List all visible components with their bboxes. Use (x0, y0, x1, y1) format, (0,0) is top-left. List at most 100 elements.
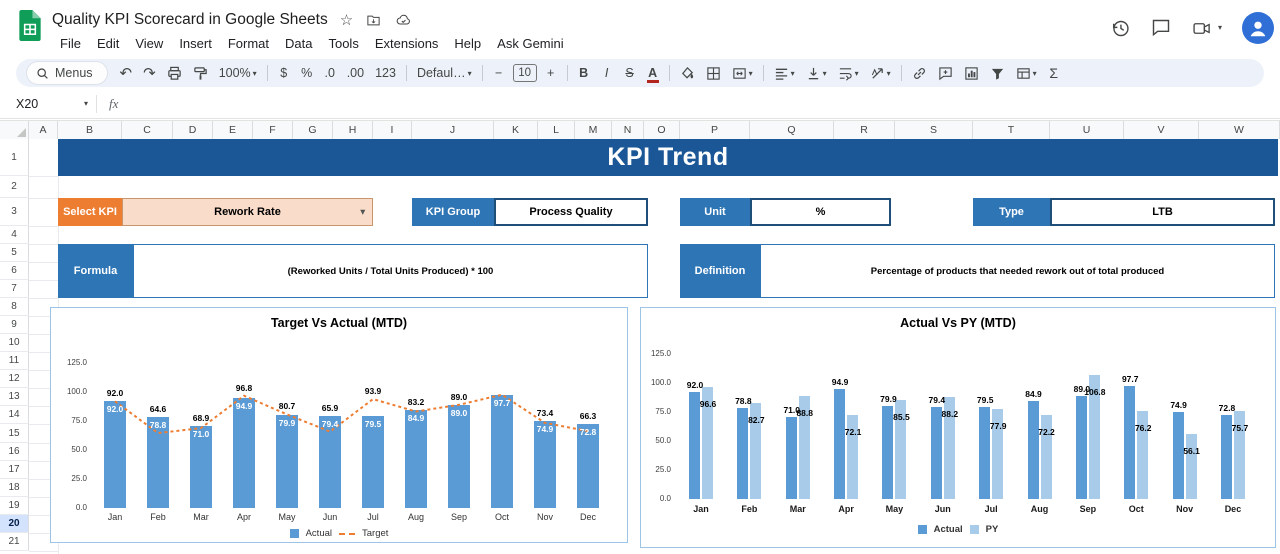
column-header-P[interactable]: P (680, 121, 750, 139)
decrease-font-size-button[interactable]: − (490, 62, 508, 84)
insert-link-button[interactable] (909, 62, 930, 84)
toolbar-divider (668, 65, 670, 81)
select-kpi-dropdown[interactable]: Rework Rate ▾ (122, 198, 373, 226)
ytick-label: 100.0 (66, 387, 87, 396)
menu-insert[interactable]: Insert (171, 34, 220, 53)
paint-format-button[interactable] (190, 62, 211, 84)
horizontal-align-button[interactable]: ▾ (771, 62, 798, 84)
italic-button[interactable]: I (598, 62, 616, 84)
bold-button[interactable]: B (575, 62, 593, 84)
actual-value-label: 74.9 (1170, 400, 1187, 411)
column-header-J[interactable]: J (412, 121, 494, 139)
text-color-button[interactable]: A (644, 62, 662, 84)
google-sheets-logo[interactable] (18, 10, 42, 44)
unit-value: % (750, 198, 891, 226)
month-label: Jul (367, 512, 379, 522)
menu-format[interactable]: Format (220, 34, 277, 53)
column-header-B[interactable]: B (58, 121, 122, 139)
star-icon[interactable]: ☆ (340, 13, 353, 28)
column-header-N[interactable]: N (612, 121, 644, 139)
insert-comment-button[interactable] (935, 62, 956, 84)
column-header-G[interactable]: G (293, 121, 333, 139)
menus-search-button[interactable]: Menus (26, 61, 108, 85)
decrease-decimal-button[interactable]: .0 (321, 62, 339, 84)
text-rotate-button[interactable]: ▾ (867, 62, 894, 84)
bar-actual (405, 409, 427, 508)
menu-help[interactable]: Help (446, 34, 489, 53)
menu-edit[interactable]: Edit (89, 34, 127, 53)
column-header-C[interactable]: C (122, 121, 173, 139)
column-header-V[interactable]: V (1124, 121, 1199, 139)
comments-icon[interactable] (1151, 18, 1171, 38)
column-header-K[interactable]: K (494, 121, 538, 139)
menu-tools[interactable]: Tools (320, 34, 366, 53)
bar-actual (448, 404, 470, 508)
format-percent-button[interactable]: % (298, 62, 316, 84)
meet-video-icon[interactable]: ▾ (1191, 19, 1222, 38)
insert-chart-button[interactable] (961, 62, 982, 84)
sheet-canvas[interactable]: 1 2 3 4 5 6 7 8 9 10 11 12 13 14 15 16 17 18 19 20 21 KPI Tr… (0, 139, 1280, 554)
bar-actual (233, 397, 255, 508)
table-views-button[interactable]: ▾ (1013, 62, 1040, 84)
column-header-S[interactable]: S (895, 121, 973, 139)
name-box[interactable]: X20 ▾ (0, 97, 88, 111)
column-header-A[interactable]: A (29, 121, 58, 139)
actual-value-label: 72.8 (1218, 402, 1236, 413)
increase-decimal-button[interactable]: .00 (344, 62, 367, 84)
borders-button[interactable] (703, 62, 724, 84)
actual-value-label: 79.4 (321, 418, 339, 429)
vertical-align-button[interactable]: ▾ (803, 62, 830, 84)
column-header-O[interactable]: O (644, 121, 680, 139)
chart-actual-vs-py[interactable]: Actual Vs PY (MTD) Actual PY 0.0 25.0 50.0 7… (640, 307, 1276, 548)
menu-data[interactable]: Data (277, 34, 320, 53)
menu-view[interactable]: View (127, 34, 171, 53)
increase-font-size-button[interactable]: + (542, 62, 560, 84)
functions-button[interactable]: Σ (1045, 62, 1063, 84)
strikethrough-button[interactable]: S (621, 62, 639, 84)
column-header-E[interactable]: E (213, 121, 253, 139)
document-title[interactable]: Quality KPI Scorecard in Google Sheets (52, 11, 328, 29)
column-header-H[interactable]: H (333, 121, 373, 139)
menu-extensions[interactable]: Extensions (367, 34, 447, 53)
column-header-D[interactable]: D (173, 121, 213, 139)
column-header-I[interactable]: I (373, 121, 412, 139)
meet-caret-icon: ▾ (1217, 23, 1222, 32)
column-header-T[interactable]: T (973, 121, 1050, 139)
column-header-U[interactable]: U (1050, 121, 1124, 139)
target-value-label: 65.9 (321, 402, 339, 413)
chart-target-vs-actual[interactable]: Target Vs Actual (MTD) Actual Target 0.0 2… (50, 307, 628, 543)
app-header: Quality KPI Scorecard in Google Sheets ☆… (0, 0, 1280, 56)
text-wrap-button[interactable]: ▾ (835, 62, 862, 84)
select-all-corner[interactable] (0, 121, 29, 139)
format-currency-button[interactable]: $ (275, 62, 293, 84)
actual-value-label: 72.8 (579, 426, 597, 437)
print-button[interactable] (164, 62, 185, 84)
move-folder-icon[interactable] (365, 13, 382, 28)
menu-ask-gemini[interactable]: Ask Gemini (489, 34, 571, 53)
ytick-label: 50.0 (71, 445, 87, 454)
column-header-W[interactable]: W (1199, 121, 1280, 139)
number-format-button[interactable]: 123 (372, 62, 399, 84)
actual-value-label: 74.9 (536, 424, 554, 435)
column-header-F[interactable]: F (253, 121, 293, 139)
account-avatar[interactable] (1242, 12, 1274, 44)
filter-button[interactable] (987, 62, 1008, 84)
zoom-select[interactable]: 100% ▾ (216, 62, 260, 84)
column-headers: ABCDEFGHIJKLMNOPQRSTUVW (0, 120, 1280, 139)
legend-swatch-actual (289, 529, 299, 538)
column-header-Q[interactable]: Q (750, 121, 834, 139)
column-header-R[interactable]: R (834, 121, 895, 139)
font-size-input[interactable]: 10 (512, 64, 537, 82)
column-header-L[interactable]: L (538, 121, 575, 139)
version-history-icon[interactable] (1110, 18, 1131, 39)
menu-file[interactable]: File (52, 34, 89, 53)
fill-color-button[interactable] (677, 62, 698, 84)
column-header-M[interactable]: M (575, 121, 612, 139)
undo-button[interactable]: ↶ (117, 62, 136, 84)
redo-button[interactable]: ↷ (140, 62, 159, 84)
bar-py (1185, 433, 1197, 499)
month-label: Jan (107, 512, 123, 522)
menu-bar: File Edit View Insert Format Data Tools Extensi… (52, 34, 572, 53)
font-select[interactable]: Defaul… ▾ (414, 62, 475, 84)
merge-cells-button[interactable]: ▾ (729, 62, 756, 84)
